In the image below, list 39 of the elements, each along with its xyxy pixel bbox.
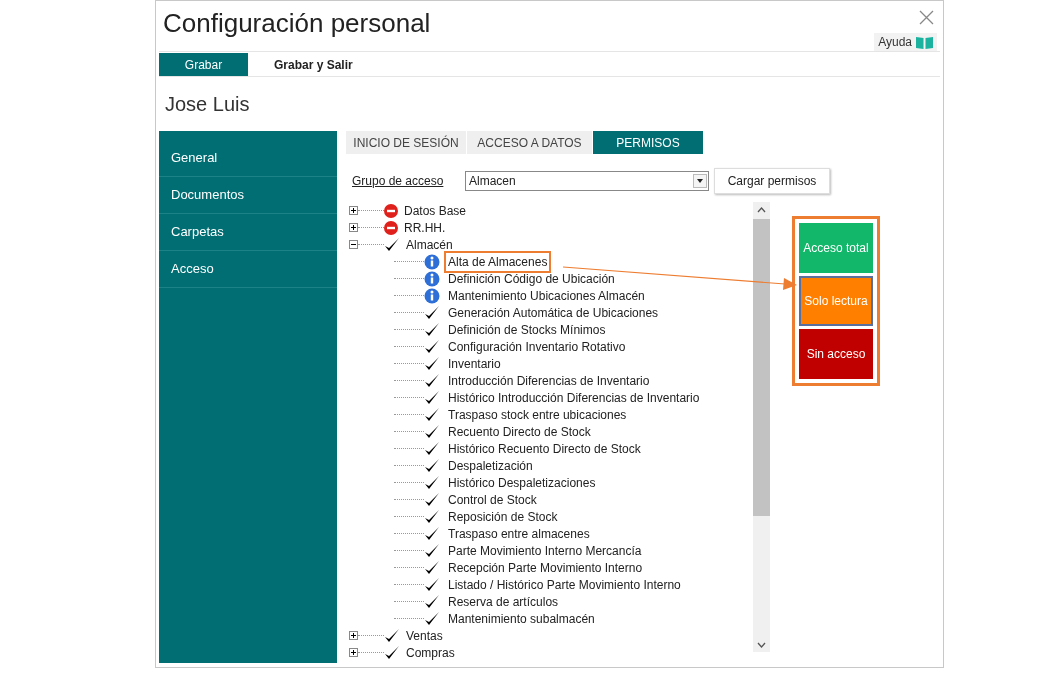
close-icon[interactable] [919,10,934,25]
sidebar-item[interactable]: Acceso [171,259,214,279]
tab[interactable]: PERMISOS [593,131,703,154]
user-name: Jose Luis [165,92,250,117]
sidebar-item[interactable]: Documentos [171,185,244,205]
tree-item[interactable]: Ventas [406,626,443,645]
scroll-up-icon[interactable] [757,207,766,213]
no-entry-icon [384,220,398,235]
info-icon [424,270,440,287]
sidebar-item[interactable]: General [171,148,218,168]
tree-item[interactable]: Datos Base [404,201,467,220]
help-button[interactable]: Ayuda [874,33,937,51]
scroll-down-icon[interactable] [757,642,766,648]
load-permissions-button[interactable]: Cargar permisos [714,168,830,194]
legend-tile: Solo lectura [799,276,873,326]
info-icon [424,253,440,270]
expand-icon[interactable] [349,223,358,232]
toolbar-button[interactable]: Grabar y Salir [248,53,379,76]
scrollbar-thumb[interactable] [753,219,770,516]
access-group-dropdown[interactable]: Almacen [465,171,709,191]
info-icon [424,287,440,304]
scrollbar[interactable] [753,202,770,652]
sidebar-item[interactable]: Carpetas [171,222,224,242]
legend-tile: Sin acceso [799,329,873,379]
no-entry-icon [384,203,398,218]
collapse-icon[interactable] [349,240,358,249]
toolbar-button[interactable]: Grabar [159,53,248,76]
expand-icon[interactable] [349,648,358,657]
tab[interactable]: ACCESO A DATOS [467,131,592,154]
expand-icon[interactable] [349,206,358,215]
legend-tile: Acceso total [799,223,873,273]
tree-item[interactable]: Alta de Almacenes [444,250,552,273]
book-icon [916,35,933,49]
tree-item[interactable]: RR.HH. [404,218,446,237]
expand-icon[interactable] [349,631,358,640]
access-group-label: Grupo de acceso [352,173,445,190]
tree-item[interactable]: Compras [406,643,455,662]
window-title: Configuración personal [163,10,431,36]
tab[interactable]: INICIO DE SESIÓN [346,131,466,154]
